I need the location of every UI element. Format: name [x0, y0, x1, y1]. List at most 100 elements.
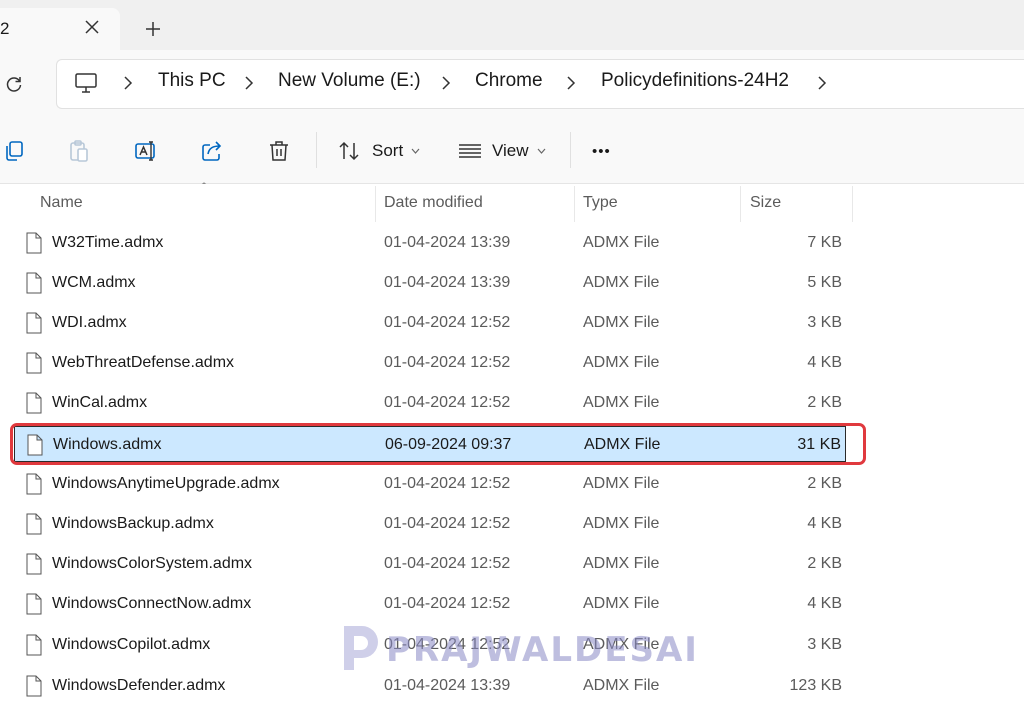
sort-icon [339, 141, 359, 161]
chevron-right-icon[interactable] [565, 75, 577, 91]
table-row-selected[interactable]: Windows.admx 06-09-2024 09:37 ADMX File … [14, 426, 846, 462]
file-icon [26, 352, 42, 374]
toolbar-divider [316, 132, 317, 168]
file-type: ADMX File [583, 595, 660, 612]
view-button[interactable]: View [458, 134, 546, 168]
file-date: 06-09-2024 09:37 [385, 436, 512, 453]
table-row[interactable]: WebThreatDefense.admx 01-04-2024 12:52 A… [14, 345, 846, 381]
file-date: 01-04-2024 12:52 [384, 475, 511, 492]
chevron-down-icon [537, 148, 545, 154]
file-icon [26, 312, 42, 334]
more-options-button[interactable]: ••• [592, 134, 611, 168]
column-separator[interactable] [740, 186, 741, 222]
file-date: 01-04-2024 12:52 [384, 515, 511, 532]
table-row[interactable]: WCM.admx 01-04-2024 13:39 ADMX File 5 KB [14, 265, 846, 301]
file-size: 31 KB [797, 436, 841, 453]
sort-label: Sort [372, 141, 404, 160]
file-name: WebThreatDefense.admx [52, 354, 235, 371]
column-header-size[interactable]: Size [750, 194, 781, 212]
file-date: 01-04-2024 13:39 [384, 274, 511, 291]
file-type: ADMX File [583, 234, 660, 251]
file-icon [27, 434, 43, 456]
chevron-right-icon[interactable] [440, 75, 452, 91]
chevron-right-icon[interactable] [122, 75, 134, 91]
file-name: WindowsCopilot.admx [52, 636, 211, 653]
close-icon[interactable] [82, 17, 102, 37]
toolbar-divider [570, 132, 571, 168]
table-row[interactable]: WindowsAnytimeUpgrade.admx 01-04-2024 12… [14, 466, 846, 502]
column-header-name[interactable]: Name [40, 194, 83, 212]
column-header-type[interactable]: Type [583, 194, 618, 212]
file-name: WindowsDefender.admx [52, 677, 226, 694]
table-row[interactable]: WindowsColorSystem.admx 01-04-2024 12:52… [14, 546, 846, 582]
file-name: W32Time.admx [52, 234, 164, 251]
file-icon [26, 553, 42, 575]
table-row[interactable]: WinCal.admx 01-04-2024 12:52 ADMX File 2… [14, 385, 846, 421]
chevron-right-icon[interactable] [243, 75, 255, 91]
column-header-date[interactable]: Date modified [384, 194, 483, 212]
file-name: WindowsBackup.admx [52, 515, 214, 532]
breadcrumb-new-volume[interactable]: New Volume (E:) [278, 70, 421, 92]
table-row[interactable]: W32Time.admx 01-04-2024 13:39 ADMX File … [14, 225, 846, 261]
file-name: WindowsAnytimeUpgrade.admx [52, 475, 280, 492]
watermark: PRAJWALDESAI [340, 620, 697, 676]
table-row[interactable]: WindowsConnectNow.admx 01-04-2024 12:52 … [14, 586, 846, 622]
file-size: 4 KB [807, 595, 842, 612]
sort-button[interactable]: Sort [338, 134, 420, 168]
file-name: WinCal.admx [52, 394, 148, 411]
file-icon [26, 272, 42, 294]
file-date: 01-04-2024 12:52 [384, 555, 511, 572]
tab-bar: 2 [0, 0, 1024, 50]
file-type: ADMX File [583, 677, 660, 694]
file-type: ADMX File [584, 436, 661, 453]
breadcrumb-chrome[interactable]: Chrome [475, 70, 543, 92]
file-type: ADMX File [583, 314, 660, 331]
file-size: 4 KB [807, 354, 842, 371]
tab-active[interactable]: 2 [0, 8, 120, 50]
breadcrumb-this-pc[interactable]: This PC [158, 70, 226, 92]
watermark-logo-icon [344, 626, 378, 670]
file-size: 3 KB [807, 636, 842, 653]
paste-icon[interactable] [67, 139, 91, 163]
file-icon [26, 593, 42, 615]
view-icon [459, 144, 481, 158]
command-bar: Sort View ••• [0, 116, 1024, 184]
file-name: Windows.admx [53, 436, 162, 453]
breadcrumb-policydefinitions[interactable]: Policydefinitions-24H2 [601, 70, 789, 92]
file-icon [26, 513, 42, 535]
copy-icon[interactable] [2, 139, 26, 163]
file-name: WindowsConnectNow.admx [52, 595, 252, 612]
file-size: 2 KB [807, 475, 842, 492]
file-icon [26, 232, 42, 254]
view-label: View [492, 141, 529, 160]
column-separator[interactable] [574, 186, 575, 222]
column-separator[interactable] [375, 186, 376, 222]
delete-icon[interactable] [267, 139, 291, 163]
table-row[interactable]: WindowsBackup.admx 01-04-2024 12:52 ADMX… [14, 506, 846, 542]
share-icon[interactable] [200, 139, 224, 163]
file-type: ADMX File [583, 274, 660, 291]
file-size: 7 KB [807, 234, 842, 251]
file-size: 2 KB [807, 394, 842, 411]
computer-icon[interactable] [74, 72, 98, 94]
column-header: Name Date modified Type Size [0, 184, 1024, 222]
file-type: ADMX File [583, 394, 660, 411]
refresh-icon[interactable] [4, 74, 24, 94]
tab-title: 2 [0, 19, 10, 38]
file-icon [26, 634, 42, 656]
chevron-down-icon [411, 148, 420, 154]
chevron-right-icon[interactable] [816, 75, 828, 91]
file-type: ADMX File [583, 354, 660, 371]
file-date: 01-04-2024 12:52 [384, 314, 511, 331]
file-size: 5 KB [807, 274, 842, 291]
rename-icon[interactable] [134, 139, 158, 163]
table-row[interactable]: WDI.admx 01-04-2024 12:52 ADMX File 3 KB [14, 305, 846, 341]
file-name: WDI.admx [52, 314, 127, 331]
file-type: ADMX File [583, 555, 660, 572]
more-icon: ••• [592, 142, 611, 160]
file-date: 01-04-2024 13:39 [384, 234, 511, 251]
column-separator[interactable] [852, 186, 853, 222]
plus-icon[interactable] [143, 19, 163, 39]
file-size: 2 KB [807, 555, 842, 572]
file-size: 4 KB [807, 515, 842, 532]
